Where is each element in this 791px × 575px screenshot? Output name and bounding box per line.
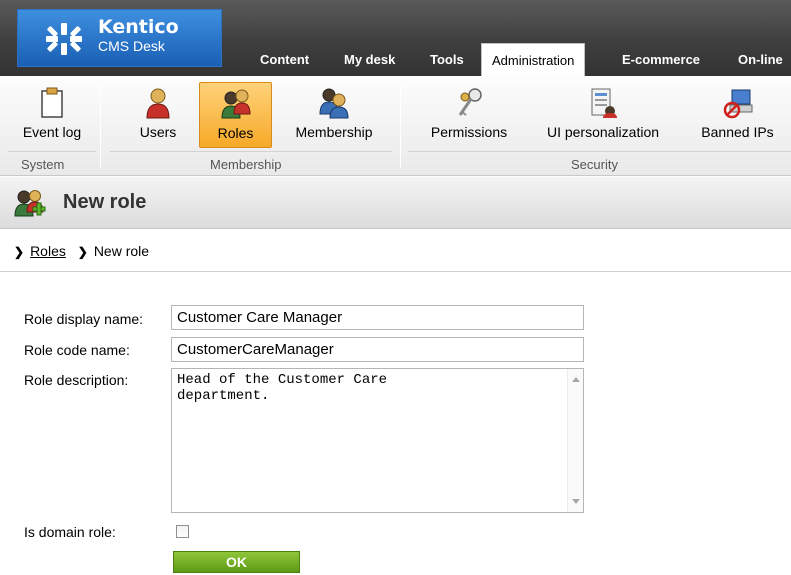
tab-content[interactable]: Content bbox=[258, 43, 311, 76]
description-scrollbar[interactable] bbox=[567, 369, 583, 512]
page-title-bar: New role bbox=[0, 177, 791, 229]
top-header: Kentico CMS Desk Content My desk Tools A… bbox=[0, 0, 791, 76]
keys-icon bbox=[458, 88, 482, 116]
page-title: New role bbox=[63, 191, 147, 213]
event-log-label: Event log bbox=[22, 124, 82, 140]
group-separator bbox=[400, 84, 401, 168]
permissions-label: Permissions bbox=[430, 124, 508, 140]
scroll-down-icon[interactable] bbox=[572, 499, 580, 504]
role-code-name-field[interactable] bbox=[171, 337, 584, 362]
user-icon bbox=[146, 88, 170, 119]
ui-personalization-label: UI personalization bbox=[546, 124, 660, 140]
breadcrumb: ❯ Roles ❯ New role bbox=[0, 230, 791, 272]
group-label-membership: Membership bbox=[210, 157, 282, 172]
group-divider bbox=[8, 151, 96, 152]
role-display-name-label: Role display name: bbox=[24, 311, 144, 327]
clipboard-icon bbox=[41, 87, 63, 118]
ok-button[interactable]: OK bbox=[173, 551, 300, 573]
role-description-box: Head of the Customer Care department. bbox=[171, 368, 584, 513]
breadcrumb-current: New role bbox=[93, 243, 150, 259]
banned-ips-button[interactable]: Banned IPs bbox=[690, 82, 785, 148]
group-divider bbox=[110, 151, 392, 152]
roles-button[interactable]: Roles bbox=[199, 82, 272, 148]
is-domain-role-checkbox[interactable] bbox=[176, 525, 189, 538]
banned-ips-label: Banned IPs bbox=[701, 124, 774, 140]
event-log-button[interactable]: Event log bbox=[14, 82, 90, 148]
breadcrumb-link-roles[interactable]: Roles bbox=[30, 243, 66, 259]
logo-product: CMS Desk bbox=[98, 38, 165, 54]
banned-ip-icon bbox=[723, 89, 752, 119]
tab-on-line[interactable]: On-line bbox=[736, 43, 785, 76]
ui-personalization-icon bbox=[591, 88, 617, 118]
membership-button[interactable]: Membership bbox=[284, 82, 384, 148]
group-label-security: Security bbox=[571, 157, 618, 172]
users-button[interactable]: Users bbox=[129, 82, 187, 148]
new-role-icon bbox=[14, 190, 46, 217]
membership-icon bbox=[319, 88, 349, 119]
tab-e-commerce[interactable]: E-commerce bbox=[620, 43, 702, 76]
ribbon-toolbar: Event log System Users Roles Membership … bbox=[0, 76, 791, 176]
role-code-name-label: Role code name: bbox=[24, 342, 130, 358]
chevron-right-icon: ❯ bbox=[77, 245, 88, 259]
group-label-system: System bbox=[21, 157, 65, 172]
logo-brand: Kentico bbox=[98, 16, 179, 38]
permissions-button[interactable]: Permissions bbox=[420, 82, 518, 148]
role-description-label: Role description: bbox=[24, 372, 129, 388]
chevron-right-icon: ❯ bbox=[14, 245, 25, 259]
role-description-field[interactable]: Head of the Customer Care department. bbox=[172, 369, 568, 512]
users-label: Users bbox=[139, 124, 177, 140]
kentico-logo-icon bbox=[46, 23, 82, 55]
group-separator bbox=[100, 84, 101, 168]
tab-my-desk[interactable]: My desk bbox=[342, 43, 397, 76]
ui-personalization-button[interactable]: UI personalization bbox=[533, 82, 673, 148]
membership-label: Membership bbox=[295, 124, 373, 140]
tab-administration[interactable]: Administration bbox=[481, 43, 586, 76]
scroll-up-icon[interactable] bbox=[572, 377, 580, 382]
is-domain-role-label: Is domain role: bbox=[24, 524, 116, 540]
role-display-name-field[interactable] bbox=[171, 305, 584, 330]
roles-label: Roles bbox=[217, 125, 254, 141]
roles-icon bbox=[220, 89, 251, 119]
kentico-logo[interactable]: Kentico CMS Desk bbox=[17, 9, 222, 67]
group-divider bbox=[408, 151, 791, 152]
tab-tools[interactable]: Tools bbox=[428, 43, 466, 76]
